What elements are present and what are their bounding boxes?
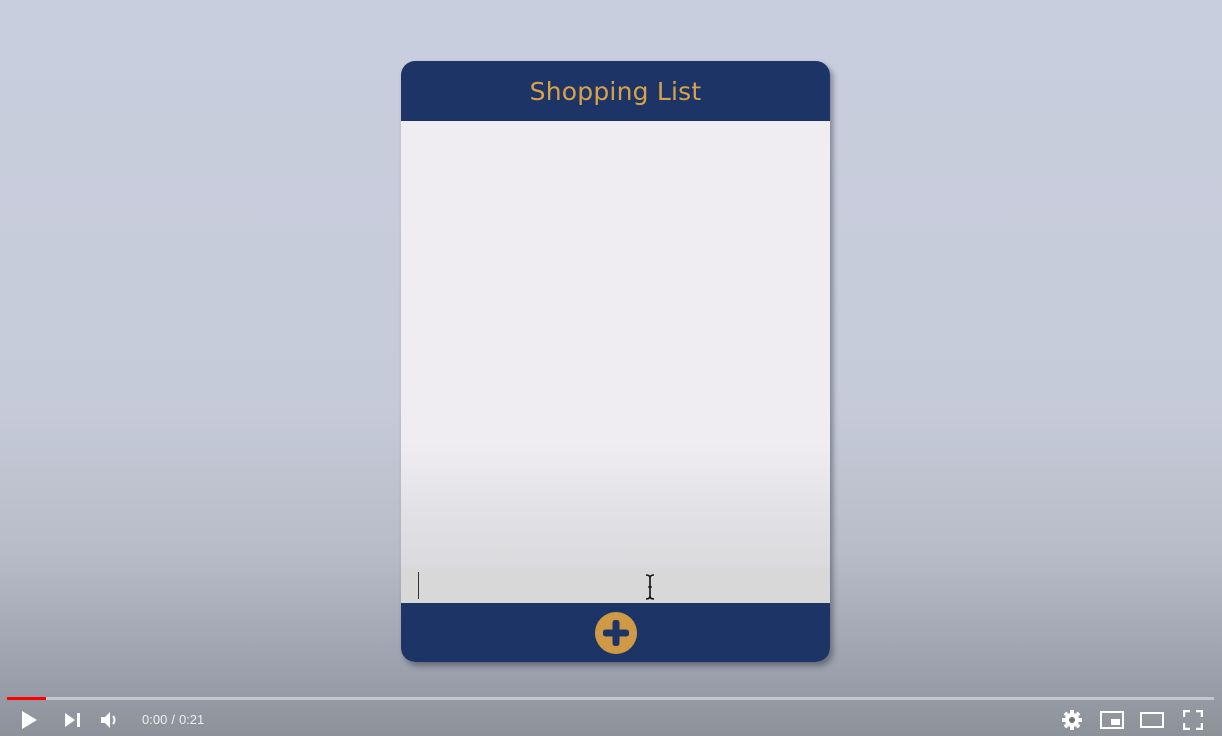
shopping-list-card: Shopping List (401, 61, 830, 662)
time-display: 0:00 / 0:21 (142, 712, 204, 727)
item-input-wrapper (401, 568, 830, 603)
play-button[interactable] (0, 703, 58, 736)
text-caret (418, 572, 419, 599)
plus-icon (602, 619, 629, 646)
item-input[interactable] (401, 568, 830, 603)
theater-mode-icon (1140, 711, 1164, 728)
card-header: Shopping List (401, 61, 830, 121)
fullscreen-button[interactable] (1172, 703, 1214, 736)
play-icon (22, 710, 37, 729)
settings-icon (1062, 709, 1082, 730)
settings-button[interactable] (1052, 703, 1092, 736)
card-footer (401, 603, 830, 662)
next-button[interactable] (58, 703, 88, 736)
player-controls: 0:00 / 0:21 (0, 703, 1222, 736)
time-separator: / (171, 712, 175, 727)
app-title: Shopping List (529, 76, 702, 106)
right-controls (1052, 703, 1222, 736)
mute-button[interactable] (88, 703, 132, 736)
current-time: 0:00 (142, 712, 168, 727)
progress-bar-played (7, 697, 46, 700)
duration: 0:21 (178, 712, 205, 727)
miniplayer-button[interactable] (1092, 703, 1132, 736)
ibeam-cursor-icon (645, 574, 655, 600)
add-item-button[interactable] (594, 611, 637, 654)
next-icon (65, 712, 80, 727)
volume-icon (101, 711, 116, 728)
shopping-list[interactable] (401, 121, 830, 568)
progress-bar[interactable] (7, 697, 1214, 700)
miniplayer-icon (1100, 710, 1124, 729)
theater-mode-button[interactable] (1132, 703, 1172, 736)
fullscreen-icon (1183, 709, 1203, 730)
